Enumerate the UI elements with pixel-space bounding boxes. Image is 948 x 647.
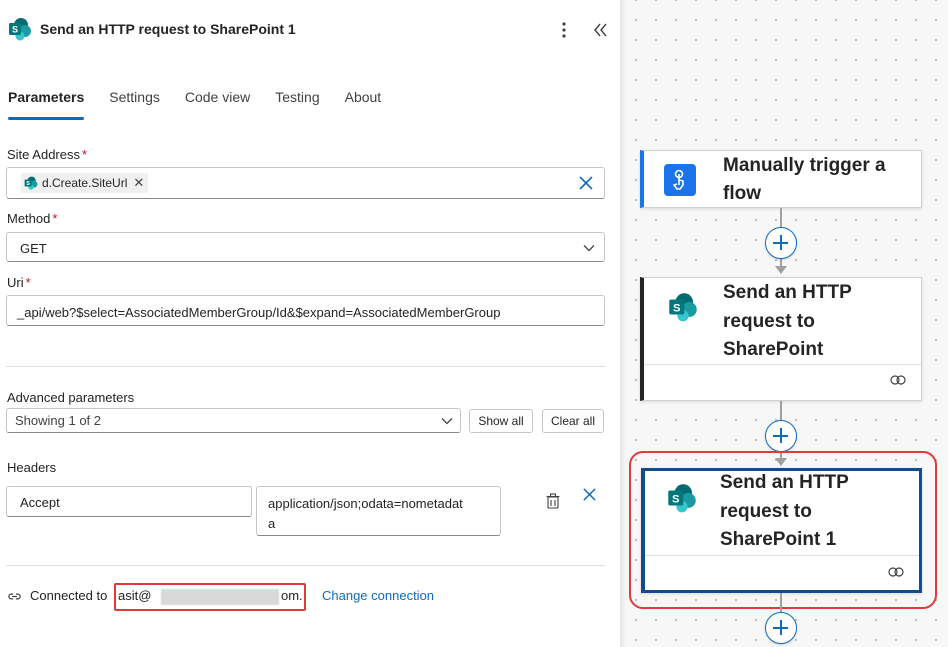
delete-icon[interactable]	[544, 492, 562, 515]
trigger-node-title-line-2: flow	[723, 183, 761, 204]
tab-settings[interactable]: Settings	[109, 88, 160, 120]
required-marker: *	[52, 211, 58, 226]
clear-all-button[interactable]: Clear all	[542, 409, 604, 433]
sharepoint-icon: S	[8, 17, 32, 41]
token-label: d.Create.SiteUrl	[42, 176, 128, 190]
header-value-line-1: application/json;odata=nometadat	[268, 496, 463, 511]
node-title-line-2: request to	[720, 501, 812, 522]
collapse-panel-icon[interactable]	[590, 20, 610, 40]
divider	[6, 565, 605, 566]
link-icon	[7, 589, 22, 609]
advanced-parameters-value: Showing 1 of 2	[15, 413, 102, 428]
uri-value: _api/web?$select=AssociatedMemberGroup/I…	[17, 305, 501, 320]
add-step-button[interactable]	[765, 420, 797, 452]
header-key-value: Accept	[20, 495, 60, 510]
node-title-line-2: request to	[723, 311, 815, 332]
header-value-line-2: a	[268, 516, 276, 531]
tab-parameters[interactable]: Parameters	[8, 88, 85, 120]
headers-label: Headers	[7, 460, 57, 475]
chevron-down-icon[interactable]	[581, 240, 597, 261]
header-key-input[interactable]: Accept	[6, 486, 252, 517]
node-title-line-3: SharePoint	[723, 339, 824, 360]
required-marker: *	[82, 147, 88, 162]
site-address-label-text: Site Address	[7, 147, 80, 162]
add-step-button[interactable]	[765, 227, 797, 259]
connection-link-icon	[887, 565, 905, 584]
method-label-text: Method	[7, 211, 51, 226]
sharepoint-icon: S	[24, 176, 38, 190]
method-value: GET	[20, 241, 47, 256]
sharepoint-icon: S	[667, 483, 697, 518]
sharepoint-icon: S	[668, 292, 698, 327]
highlight-box	[114, 583, 306, 611]
panel-tabs: Parameters Settings Code view Testing Ab…	[8, 88, 406, 120]
tab-code-view[interactable]: Code view	[185, 88, 250, 120]
header-value-input[interactable]: application/json;odata=nometadat a	[256, 486, 501, 536]
uri-label: Uri *	[7, 275, 31, 290]
remove-header-icon[interactable]	[582, 487, 597, 507]
action-config-panel: S Send an HTTP request to SharePoint 1 P…	[0, 0, 620, 647]
node-title-line-3: SharePoint 1	[720, 529, 837, 550]
tab-about[interactable]: About	[345, 88, 382, 120]
connector-line	[780, 593, 782, 613]
node-divider	[645, 555, 919, 556]
trigger-node[interactable]: Manually trigger a flow	[640, 150, 922, 208]
change-connection-link[interactable]: Change connection	[322, 588, 434, 603]
method-select[interactable]: GET	[6, 232, 605, 262]
method-label: Method *	[7, 211, 57, 226]
site-address-label: Site Address *	[7, 147, 87, 162]
site-address-field[interactable]: S d.Create.SiteUrl ✕	[6, 167, 605, 199]
panel-header: S Send an HTTP request to SharePoint 1	[0, 0, 620, 60]
advanced-parameters-label: Advanced parameters	[7, 390, 135, 405]
chevron-down-icon[interactable]	[439, 413, 455, 434]
tab-testing[interactable]: Testing	[275, 88, 319, 120]
connected-to-label: Connected to	[30, 588, 108, 603]
svg-text:S: S	[12, 25, 18, 35]
more-options-icon[interactable]	[557, 18, 571, 42]
advanced-parameters-select[interactable]: Showing 1 of 2	[6, 408, 461, 433]
uri-label-text: Uri	[7, 275, 24, 290]
node-divider	[644, 364, 921, 365]
svg-text:S: S	[672, 493, 680, 505]
trigger-node-title-line-1: Manually trigger a	[723, 155, 886, 176]
svg-text:S: S	[26, 181, 30, 187]
sharepoint-action-node[interactable]: S Send an HTTP request to SharePoint	[640, 277, 922, 401]
token-remove-icon[interactable]: ✕	[133, 175, 144, 191]
node-title-line-1: Send an HTTP	[720, 472, 849, 493]
connection-link-icon	[889, 373, 907, 392]
connector-arrow	[775, 266, 787, 274]
svg-text:S: S	[673, 302, 681, 314]
node-title-line-1: Send an HTTP	[723, 282, 852, 303]
canvas-edge-shadow	[620, 0, 626, 647]
show-all-button[interactable]: Show all	[469, 409, 533, 433]
panel-title: Send an HTTP request to SharePoint 1	[40, 21, 296, 37]
touch-trigger-icon	[664, 164, 696, 196]
uri-input[interactable]: _api/web?$select=AssociatedMemberGroup/I…	[6, 295, 605, 326]
add-step-button[interactable]	[765, 612, 797, 644]
site-url-token[interactable]: S d.Create.SiteUrl ✕	[21, 173, 149, 193]
divider	[6, 366, 605, 367]
clear-field-icon[interactable]	[578, 175, 594, 196]
required-marker: *	[25, 275, 31, 290]
selected-sharepoint-action-node[interactable]: S Send an HTTP request to SharePoint 1	[641, 468, 922, 593]
